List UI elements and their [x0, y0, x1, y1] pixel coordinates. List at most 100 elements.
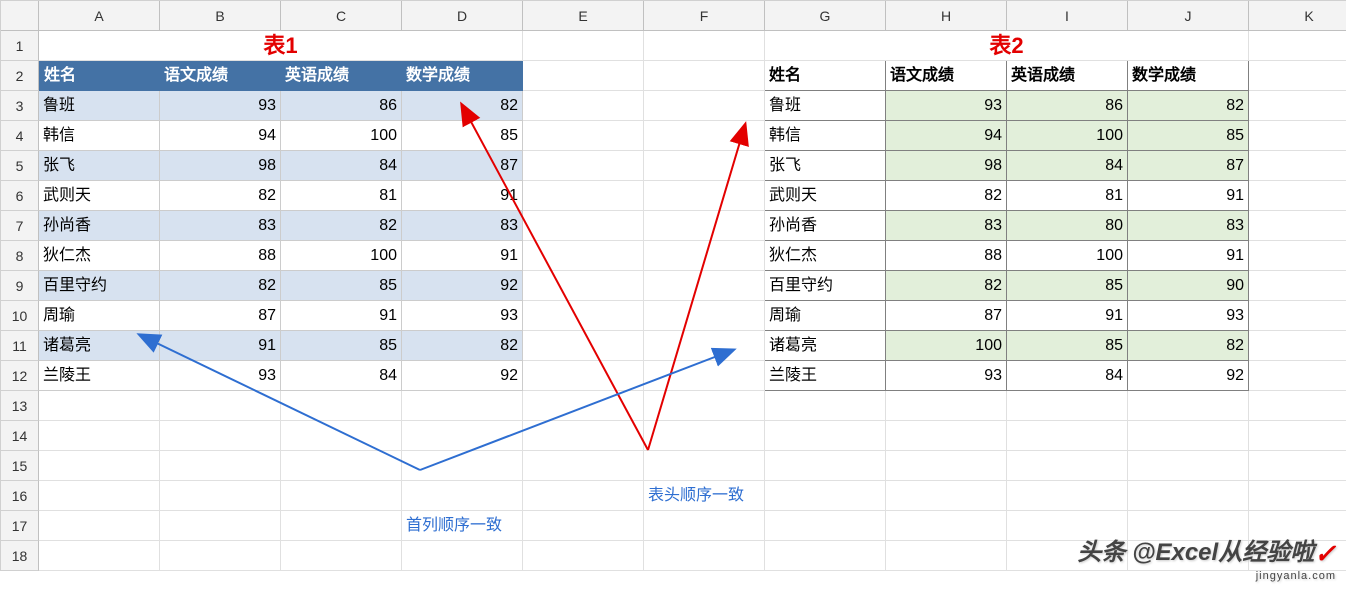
cell-F4[interactable]: [644, 121, 765, 151]
t1-r8-c3[interactable]: 82: [402, 331, 523, 361]
t1-r6-c2[interactable]: 85: [281, 271, 402, 301]
row-header-4[interactable]: 4: [1, 121, 39, 151]
t1-r5-c3[interactable]: 91: [402, 241, 523, 271]
cell-K1[interactable]: [1249, 31, 1346, 61]
t2-r3-c1[interactable]: 82: [886, 181, 1007, 211]
t2-r0-c1[interactable]: 93: [886, 91, 1007, 121]
t2-r4-c1[interactable]: 83: [886, 211, 1007, 241]
t2-r4-c3[interactable]: 83: [1128, 211, 1249, 241]
t1-r0-c3[interactable]: 82: [402, 91, 523, 121]
cell-D16[interactable]: [402, 481, 523, 511]
t1-r5-c2[interactable]: 100: [281, 241, 402, 271]
cell-G14[interactable]: [765, 421, 886, 451]
cell-K14[interactable]: [1249, 421, 1346, 451]
row-header-14[interactable]: 14: [1, 421, 39, 451]
col-header-E[interactable]: E: [523, 1, 644, 31]
t2-r9-c0[interactable]: 兰陵王: [765, 361, 886, 391]
t1-r8-c2[interactable]: 85: [281, 331, 402, 361]
col-header-F[interactable]: F: [644, 1, 765, 31]
t2-r3-c0[interactable]: 武则天: [765, 181, 886, 211]
t2-r6-c3[interactable]: 90: [1128, 271, 1249, 301]
cell-H16[interactable]: [886, 481, 1007, 511]
cell-C13[interactable]: [281, 391, 402, 421]
spreadsheet-grid[interactable]: ABCDEFGHIJK1表1表22姓名语文成绩英语成绩数学成绩姓名语文成绩英语成…: [0, 0, 1346, 571]
t2-header-2[interactable]: 英语成绩: [1007, 61, 1128, 91]
row-header-3[interactable]: 3: [1, 91, 39, 121]
t1-header-1[interactable]: 语文成绩: [160, 61, 281, 91]
cell-K7[interactable]: [1249, 211, 1346, 241]
t2-r8-c1[interactable]: 100: [886, 331, 1007, 361]
t1-r3-c2[interactable]: 81: [281, 181, 402, 211]
cell-C16[interactable]: [281, 481, 402, 511]
cell-E7[interactable]: [523, 211, 644, 241]
select-all-corner[interactable]: [1, 1, 39, 31]
cell-H18[interactable]: [886, 541, 1007, 571]
cell-J14[interactable]: [1128, 421, 1249, 451]
t2-r5-c2[interactable]: 100: [1007, 241, 1128, 271]
col-header-A[interactable]: A: [39, 1, 160, 31]
cell-E11[interactable]: [523, 331, 644, 361]
t1-r2-c0[interactable]: 张飞: [39, 151, 160, 181]
t2-r4-c2[interactable]: 80: [1007, 211, 1128, 241]
t1-r7-c0[interactable]: 周瑜: [39, 301, 160, 331]
cell-B16[interactable]: [160, 481, 281, 511]
t1-header-2[interactable]: 英语成绩: [281, 61, 402, 91]
cell-E18[interactable]: [523, 541, 644, 571]
t2-r8-c2[interactable]: 85: [1007, 331, 1128, 361]
t1-r1-c1[interactable]: 94: [160, 121, 281, 151]
cell-E8[interactable]: [523, 241, 644, 271]
cell-F1[interactable]: [644, 31, 765, 61]
cell-B18[interactable]: [160, 541, 281, 571]
t2-r2-c3[interactable]: 87: [1128, 151, 1249, 181]
cell-E6[interactable]: [523, 181, 644, 211]
cell-F14[interactable]: [644, 421, 765, 451]
t2-r7-c1[interactable]: 87: [886, 301, 1007, 331]
row-header-9[interactable]: 9: [1, 271, 39, 301]
cell-D15[interactable]: [402, 451, 523, 481]
cell-E17[interactable]: [523, 511, 644, 541]
cell-F18[interactable]: [644, 541, 765, 571]
t1-r2-c3[interactable]: 87: [402, 151, 523, 181]
cell-F5[interactable]: [644, 151, 765, 181]
t2-r9-c3[interactable]: 92: [1128, 361, 1249, 391]
t2-r7-c0[interactable]: 周瑜: [765, 301, 886, 331]
t1-r1-c2[interactable]: 100: [281, 121, 402, 151]
t1-r0-c0[interactable]: 鲁班: [39, 91, 160, 121]
cell-J13[interactable]: [1128, 391, 1249, 421]
cell-B14[interactable]: [160, 421, 281, 451]
cell-G18[interactable]: [765, 541, 886, 571]
row-header-8[interactable]: 8: [1, 241, 39, 271]
cell-A18[interactable]: [39, 541, 160, 571]
cell-K4[interactable]: [1249, 121, 1346, 151]
t1-r4-c0[interactable]: 孙尚香: [39, 211, 160, 241]
t2-r0-c2[interactable]: 86: [1007, 91, 1128, 121]
cell-G16[interactable]: [765, 481, 886, 511]
cell-D18[interactable]: [402, 541, 523, 571]
row-header-7[interactable]: 7: [1, 211, 39, 241]
t2-r2-c0[interactable]: 张飞: [765, 151, 886, 181]
cell-E5[interactable]: [523, 151, 644, 181]
cell-K16[interactable]: [1249, 481, 1346, 511]
cell-K9[interactable]: [1249, 271, 1346, 301]
t2-header-3[interactable]: 数学成绩: [1128, 61, 1249, 91]
cell-F13[interactable]: [644, 391, 765, 421]
cell-E10[interactable]: [523, 301, 644, 331]
cell-E4[interactable]: [523, 121, 644, 151]
cell-E15[interactable]: [523, 451, 644, 481]
row-header-12[interactable]: 12: [1, 361, 39, 391]
cell-K2[interactable]: [1249, 61, 1346, 91]
cell-K6[interactable]: [1249, 181, 1346, 211]
cell-G15[interactable]: [765, 451, 886, 481]
col-header-H[interactable]: H: [886, 1, 1007, 31]
t1-header-3[interactable]: 数学成绩: [402, 61, 523, 91]
row-header-15[interactable]: 15: [1, 451, 39, 481]
row-header-5[interactable]: 5: [1, 151, 39, 181]
cell-A14[interactable]: [39, 421, 160, 451]
col-header-I[interactable]: I: [1007, 1, 1128, 31]
t1-r8-c1[interactable]: 91: [160, 331, 281, 361]
t1-r5-c1[interactable]: 88: [160, 241, 281, 271]
t1-r3-c0[interactable]: 武则天: [39, 181, 160, 211]
row-header-1[interactable]: 1: [1, 31, 39, 61]
cell-K3[interactable]: [1249, 91, 1346, 121]
t1-r2-c2[interactable]: 84: [281, 151, 402, 181]
